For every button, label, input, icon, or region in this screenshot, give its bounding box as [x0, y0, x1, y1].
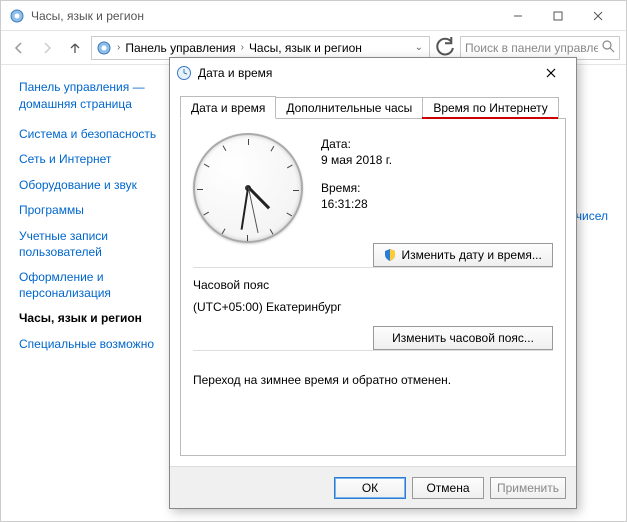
search-icon — [602, 40, 615, 56]
sidebar-item[interactable]: Оформление и персонализация — [19, 270, 158, 301]
timezone-heading: Часовой пояс — [193, 278, 553, 292]
timezone-value: (UTC+05:00) Екатеринбург — [193, 300, 553, 314]
dialog-footer: ОК Отмена Применить — [170, 466, 576, 508]
breadcrumb[interactable]: › Панель управления › Часы, язык и регио… — [91, 36, 430, 60]
ok-button[interactable]: ОК — [334, 477, 406, 499]
tab[interactable]: Дата и время — [180, 96, 276, 119]
window-title: Часы, язык и регион — [31, 9, 144, 23]
apply-button[interactable]: Применить — [490, 477, 566, 499]
sidebar-item[interactable]: Учетные записи пользователей — [19, 229, 158, 260]
divider — [193, 350, 553, 351]
time-label: Время: — [321, 181, 392, 195]
date-time-dialog: Дата и время Дата и времяДополнительные … — [169, 57, 577, 509]
dialog-titlebar[interactable]: Дата и время — [170, 58, 576, 88]
nav-back-button[interactable] — [7, 36, 31, 60]
divider — [193, 267, 553, 268]
date-label: Дата: — [321, 137, 392, 151]
sidebar-item[interactable]: Программы — [19, 203, 158, 219]
tab[interactable]: Дополнительные часы — [275, 97, 423, 118]
sidebar-item[interactable]: Специальные возможно — [19, 337, 158, 353]
nav-forward-button[interactable] — [35, 36, 59, 60]
tab-highlight-underline — [422, 117, 558, 119]
sidebar-item[interactable]: Система и безопасность — [19, 127, 158, 143]
control-panel-icon — [9, 8, 25, 24]
sidebar: Панель управления — домашняя страница Си… — [1, 65, 166, 521]
close-button[interactable] — [578, 2, 618, 30]
analog-clock — [193, 133, 303, 243]
clock-min-hand — [241, 188, 249, 230]
search-placeholder: Поиск в панели управления — [465, 41, 598, 55]
cancel-button[interactable]: Отмена — [412, 477, 484, 499]
nav-up-button[interactable] — [63, 36, 87, 60]
dialog-title: Дата и время — [198, 66, 272, 80]
date-value: 9 мая 2018 г. — [321, 153, 392, 167]
chevron-down-icon[interactable]: ⌄ — [412, 42, 425, 53]
sidebar-item[interactable]: Оборудование и звук — [19, 178, 158, 194]
chevron-right-icon: › — [114, 42, 123, 53]
tab[interactable]: Время по Интернету — [422, 97, 558, 118]
change-date-time-label: Изменить дату и время... — [401, 248, 541, 262]
sidebar-item[interactable]: Сеть и Интернет — [19, 152, 158, 168]
sidebar-home-link[interactable]: Панель управления — домашняя страница — [19, 79, 158, 113]
clock-icon — [176, 65, 192, 81]
minimize-button[interactable] — [498, 2, 538, 30]
sidebar-item[interactable]: Часы, язык и регион — [19, 311, 158, 327]
change-timezone-button[interactable]: Изменить часовой пояс... — [373, 326, 553, 350]
tab-panel-date-time: Дата: 9 мая 2018 г. Время: 16:31:28 Изме… — [180, 118, 566, 456]
breadcrumb-item[interactable]: Часы, язык и регион — [249, 41, 362, 55]
refresh-button[interactable] — [434, 37, 456, 59]
shield-icon — [384, 249, 396, 261]
dialog-tabs: Дата и времяДополнительные часыВремя по … — [180, 94, 566, 118]
control-panel-icon — [96, 40, 112, 56]
time-value: 16:31:28 — [321, 197, 392, 211]
change-date-time-button[interactable]: Изменить дату и время... — [373, 243, 553, 267]
window-titlebar: Часы, язык и регион — [1, 1, 626, 31]
dialog-close-button[interactable] — [532, 61, 570, 85]
maximize-button[interactable] — [538, 2, 578, 30]
breadcrumb-item[interactable]: Панель управления — [125, 41, 235, 55]
change-timezone-label: Изменить часовой пояс... — [392, 331, 534, 345]
search-input[interactable]: Поиск в панели управления — [460, 36, 620, 60]
dst-status-text: Переход на зимнее время и обратно отмене… — [193, 373, 553, 387]
chevron-right-icon: › — [238, 42, 247, 53]
